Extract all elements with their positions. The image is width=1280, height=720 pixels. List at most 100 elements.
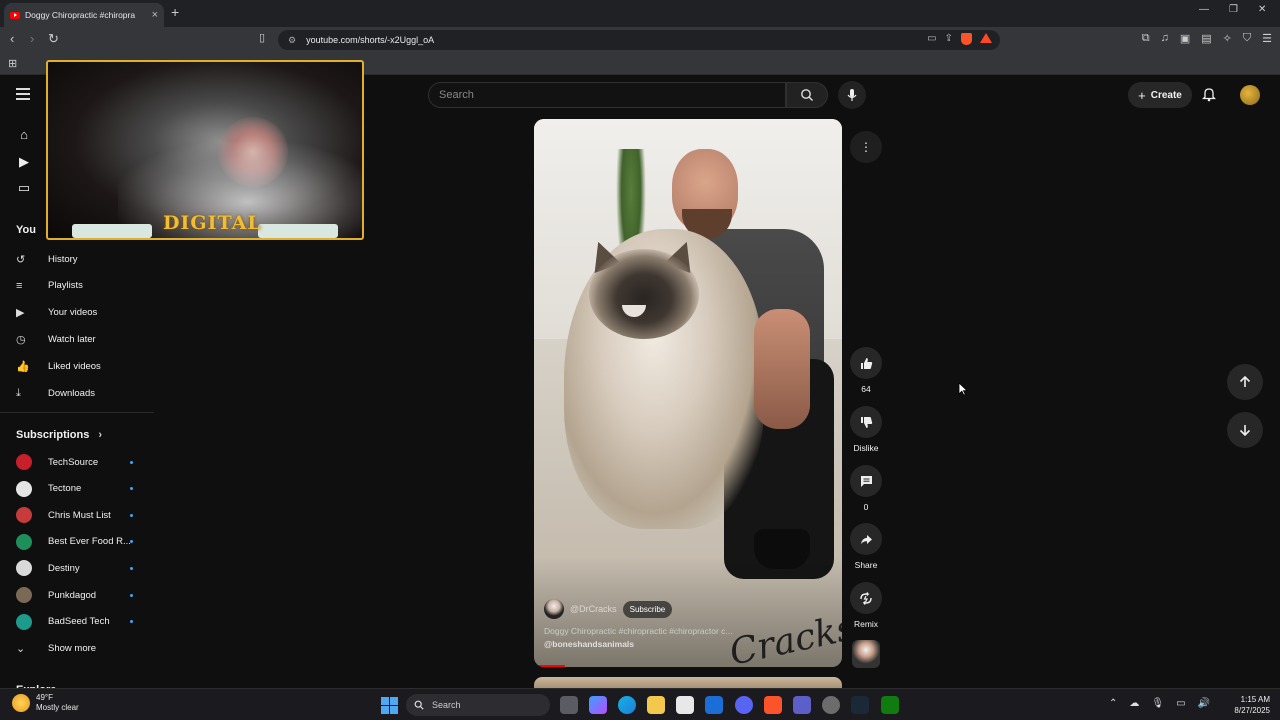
search-button[interactable] [786,82,828,108]
shorts-icon[interactable]: ▶ [16,154,32,170]
subscription-name: Best Ever Food R... [48,536,131,548]
next-short-button[interactable] [1227,412,1263,448]
account-avatar[interactable] [1240,85,1260,105]
extensions-icon[interactable]: ⧉ [1142,32,1150,45]
discord-icon[interactable] [735,696,753,714]
back-icon[interactable]: ‹ [10,31,14,46]
share-button[interactable]: Share [840,523,892,570]
menu-icon[interactable]: ☰ [1262,32,1272,45]
comments-button[interactable]: 0 [850,465,882,512]
sidebar-item-label: History [48,253,78,265]
guide-menu-icon[interactable] [16,88,30,103]
brave-shields-icon[interactable] [961,33,972,45]
subscription-item[interactable]: Punkdagod [0,582,154,608]
vpn-icon[interactable]: ⛉ [1243,32,1251,45]
weather-widget[interactable]: 49°F Mostly clear [12,693,79,713]
file-explorer-icon[interactable] [647,696,665,714]
close-window-button[interactable]: ✕ [1258,4,1266,15]
short-caption[interactable]: Doggy Chiropractic #chiropractic #chirop… [544,626,733,636]
app-icon[interactable] [822,696,840,714]
cast-icon[interactable]: ▭ [927,33,936,45]
outlook-icon[interactable] [705,696,723,714]
notifications-bell-icon[interactable] [1202,86,1216,102]
show-hidden-icons-icon[interactable]: ⌃ [1109,698,1117,709]
subscriptions-title[interactable]: Subscriptions › [16,429,102,441]
watch-later-icon: ◷ [16,333,26,346]
channel-avatar[interactable] [544,599,564,619]
wallet-icon[interactable]: ▤ [1201,32,1211,45]
sidebar-item-liked-videos[interactable]: 👍 Liked videos [0,353,154,379]
subscribe-button[interactable]: Subscribe [622,600,673,618]
store-icon[interactable] [676,696,694,714]
show-more-button[interactable]: ⌄ Show more [0,635,154,661]
sidebar-item-label: Downloads [48,387,95,399]
subscription-item[interactable]: TechSource [0,449,154,475]
xbox-icon[interactable] [881,696,899,714]
next-short-preview[interactable] [534,677,842,688]
copilot-icon[interactable] [589,696,607,714]
subscription-item[interactable]: BadSeed Tech [0,609,154,635]
bookmark-icon[interactable]: ▯ [259,31,265,44]
forward-icon[interactable]: › [30,31,34,46]
new-content-dot [130,540,133,544]
site-info-icon[interactable]: ⚙ [288,35,296,46]
clock-date: 8/27/2025 [1234,706,1270,715]
more-options-button[interactable]: ⋮ [850,131,882,163]
home-icon[interactable]: ⌂ [16,127,32,143]
volume-icon[interactable]: 🔊 [1198,698,1210,709]
taskbar-search[interactable]: Search [406,694,550,716]
windows-start-icon[interactable] [381,697,398,714]
overlay-panel-left [72,224,152,238]
subscription-item[interactable]: Chris Must List [0,502,154,528]
media-icon[interactable]: ♫ [1161,32,1169,45]
dislike-button[interactable]: Dislike [840,406,892,453]
plus-icon: + [1138,87,1146,103]
sidebar-item-history[interactable]: ↺ History [0,246,154,272]
taskbar-clock[interactable]: 1:15 AM 8/27/2025 [1234,694,1270,716]
sidebar-item-your-videos[interactable]: ▶ Your videos [0,300,154,326]
steam-icon[interactable] [851,696,869,714]
playback-progress-bar[interactable] [534,665,565,667]
edge-icon[interactable] [618,696,636,714]
subscription-item[interactable]: Tectone [0,476,154,502]
like-button[interactable]: 64 [850,347,882,394]
microphone-tray-icon[interactable]: 🎙 [1151,698,1164,709]
you-section-title[interactable]: You [16,224,36,236]
subscription-item[interactable]: Best Ever Food R... [0,529,154,555]
brave-icon[interactable] [764,696,782,714]
sidebar-icon[interactable]: ▣ [1180,32,1190,45]
subscription-item[interactable]: Destiny [0,555,154,581]
sound-source-avatar[interactable] [852,640,880,668]
tab-close-button[interactable]: × [152,9,158,21]
remix-button[interactable]: Remix [840,582,892,629]
maximize-button[interactable]: ❐ [1229,4,1238,15]
sidebar-item-playlists[interactable]: ≡ Playlists [0,273,154,299]
channel-handle[interactable]: @DrCracks [570,604,617,614]
channel-row: @DrCracks Subscribe [544,599,673,619]
brave-rewards-icon[interactable] [980,33,992,43]
share-page-icon[interactable]: ⇪ [945,33,953,45]
teams-icon[interactable] [793,696,811,714]
new-tab-button[interactable]: + [171,4,179,20]
sidebar-item-watch-later[interactable]: ◷ Watch later [0,326,154,352]
taskbar-search-label: Search [432,700,461,710]
task-view-icon[interactable] [560,696,578,714]
video-person-arm [754,309,810,429]
onedrive-icon[interactable]: ☁ [1129,698,1139,709]
short-video-player[interactable]: Cracks @DrCracks Subscribe Doggy Chiropr… [534,119,842,667]
search-input[interactable]: Search [428,82,786,108]
address-bar[interactable]: ⚙ youtube.com/shorts/-x2Uggl_oA ▭ ⇪ [278,30,1000,50]
reload-icon[interactable]: ↻ [48,31,59,47]
create-button[interactable]: + Create [1128,82,1192,108]
network-icon[interactable]: ▭ [1176,698,1185,709]
sidebar-item-downloads[interactable]: ⤓ Downloads [0,380,154,406]
previous-short-button[interactable] [1227,364,1263,400]
short-mention-link[interactable]: @boneshandsanimals [544,639,634,649]
browser-tab[interactable]: Doggy Chiropractic #chiropra × [4,3,164,27]
leo-ai-icon[interactable]: ✧ [1223,32,1232,45]
sidebar-item-label: Watch later [48,333,96,345]
voice-search-button[interactable] [838,81,866,109]
minimize-button[interactable]: — [1199,4,1209,15]
apps-grid-icon[interactable]: ⊞ [8,57,17,70]
subscriptions-icon[interactable]: ▭ [16,180,32,196]
